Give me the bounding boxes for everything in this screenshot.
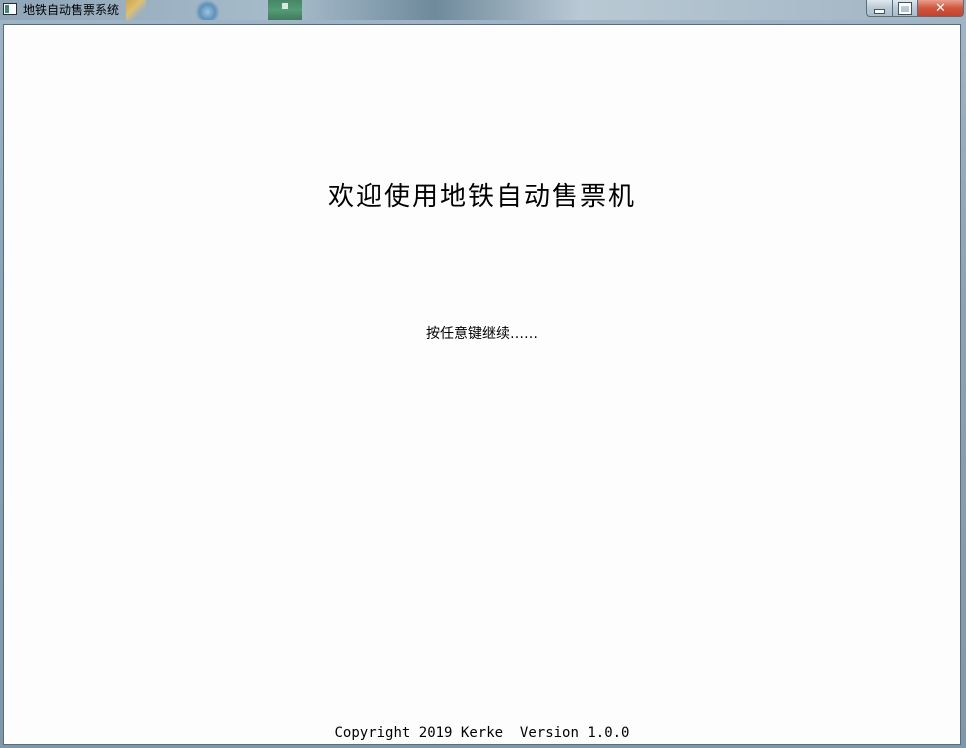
title-bar[interactable]: 地铁自动售票系统 ✕ (0, 0, 966, 20)
background-icon (126, 0, 146, 20)
app-icon[interactable] (3, 3, 17, 15)
background-icon (195, 0, 220, 20)
minimize-icon (874, 8, 885, 14)
background-icon (268, 0, 302, 20)
minimize-button[interactable] (866, 0, 892, 17)
maximize-button[interactable] (892, 0, 917, 17)
client-area[interactable]: 欢迎使用地铁自动售票机 按任意键继续…… Copyright 2019 Kerk… (3, 24, 961, 745)
app-window: 地铁自动售票系统 ✕ 欢迎使用地铁自动售票机 按任意键继续…… Copyrigh… (0, 0, 966, 748)
close-button[interactable]: ✕ (917, 0, 964, 17)
continue-prompt: 按任意键继续…… (426, 326, 538, 342)
maximize-icon (898, 1, 912, 15)
window-title: 地铁自动售票系统 (23, 3, 120, 17)
welcome-heading: 欢迎使用地铁自动售票机 (327, 182, 636, 212)
close-icon: ✕ (935, 0, 946, 16)
caption-buttons: ✕ (866, 0, 964, 17)
copyright-footer: Copyright 2019 Kerke Version 1.0.0 (334, 725, 630, 741)
